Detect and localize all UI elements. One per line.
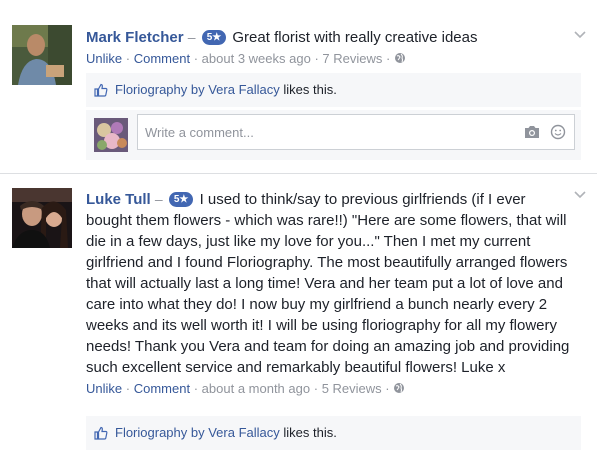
comment-placeholder: Write a comment... (145, 125, 254, 140)
globe-icon (394, 53, 405, 63)
meta-sep: · (125, 51, 131, 66)
meta-sep: · (313, 381, 319, 396)
rating-badge: 5★ (201, 30, 227, 45)
review-text: Great florist with really creative ideas (232, 29, 478, 46)
review-count[interactable]: 7 Reviews (322, 51, 382, 66)
meta-sep: · (385, 381, 390, 396)
likes-bar: Floriography by Vera Fallacy likes this. (86, 416, 581, 450)
rating-badge: 5★ (168, 192, 194, 207)
thumbs-up-icon (94, 426, 108, 440)
meta-sep: · (314, 51, 319, 66)
comment-input[interactable]: Write a comment... (137, 114, 575, 150)
likes-text: Floriography by Vera Fallacy likes this. (115, 416, 337, 450)
likes-text: Floriography by Vera Fallacy likes this. (115, 73, 337, 107)
review-luke-tull: Luke Tull – 5★ I used to think/say to pr… (0, 174, 597, 450)
likes-suffix: likes this. (279, 425, 337, 440)
separator: – (154, 191, 163, 207)
meta-sep: · (125, 381, 131, 396)
globe-icon (394, 383, 405, 393)
likes-bar: Floriography by Vera Fallacy likes this. (86, 73, 581, 107)
unlike-link[interactable]: Unlike (86, 51, 122, 66)
comment-link[interactable]: Comment (134, 381, 190, 396)
timestamp[interactable]: about 3 weeks ago (202, 51, 311, 66)
unlike-link[interactable]: Unlike (86, 381, 122, 396)
review-content: Mark Fletcher – 5★ Great florist with re… (86, 27, 573, 48)
meta-sep: · (386, 51, 391, 66)
commenter-avatar (94, 118, 128, 152)
chevron-down-icon[interactable] (573, 29, 587, 39)
review-count[interactable]: 5 Reviews (322, 381, 382, 396)
likes-suffix: likes this. (279, 82, 337, 97)
meta-sep: · (193, 381, 199, 396)
review-mark-fletcher: Mark Fletcher – 5★ Great florist with re… (0, 0, 597, 178)
author-name[interactable]: Luke Tull (86, 191, 151, 208)
review-meta: Unlike · Comment · about a month ago · 5… (86, 381, 573, 397)
avatar[interactable] (12, 188, 72, 248)
smiley-icon[interactable] (550, 124, 566, 140)
review-content: Luke Tull – 5★ I used to think/say to pr… (86, 189, 573, 378)
comment-link[interactable]: Comment (134, 51, 190, 66)
camera-icon[interactable] (524, 125, 540, 139)
thumbs-up-icon (94, 83, 108, 97)
timestamp[interactable]: about a month ago (202, 381, 310, 396)
page-link[interactable]: Floriography by Vera Fallacy (115, 425, 280, 440)
separator: – (187, 29, 196, 45)
avatar[interactable] (12, 25, 72, 85)
review-meta: Unlike · Comment · about 3 weeks ago · 7… (86, 51, 573, 67)
comment-composer: Write a comment... (86, 110, 581, 160)
author-name[interactable]: Mark Fletcher (86, 29, 184, 46)
page-link[interactable]: Floriography by Vera Fallacy (115, 82, 280, 97)
meta-sep: · (193, 51, 199, 66)
review-text: I used to think/say to previous girlfrie… (86, 191, 570, 376)
chevron-down-icon[interactable] (573, 189, 587, 199)
